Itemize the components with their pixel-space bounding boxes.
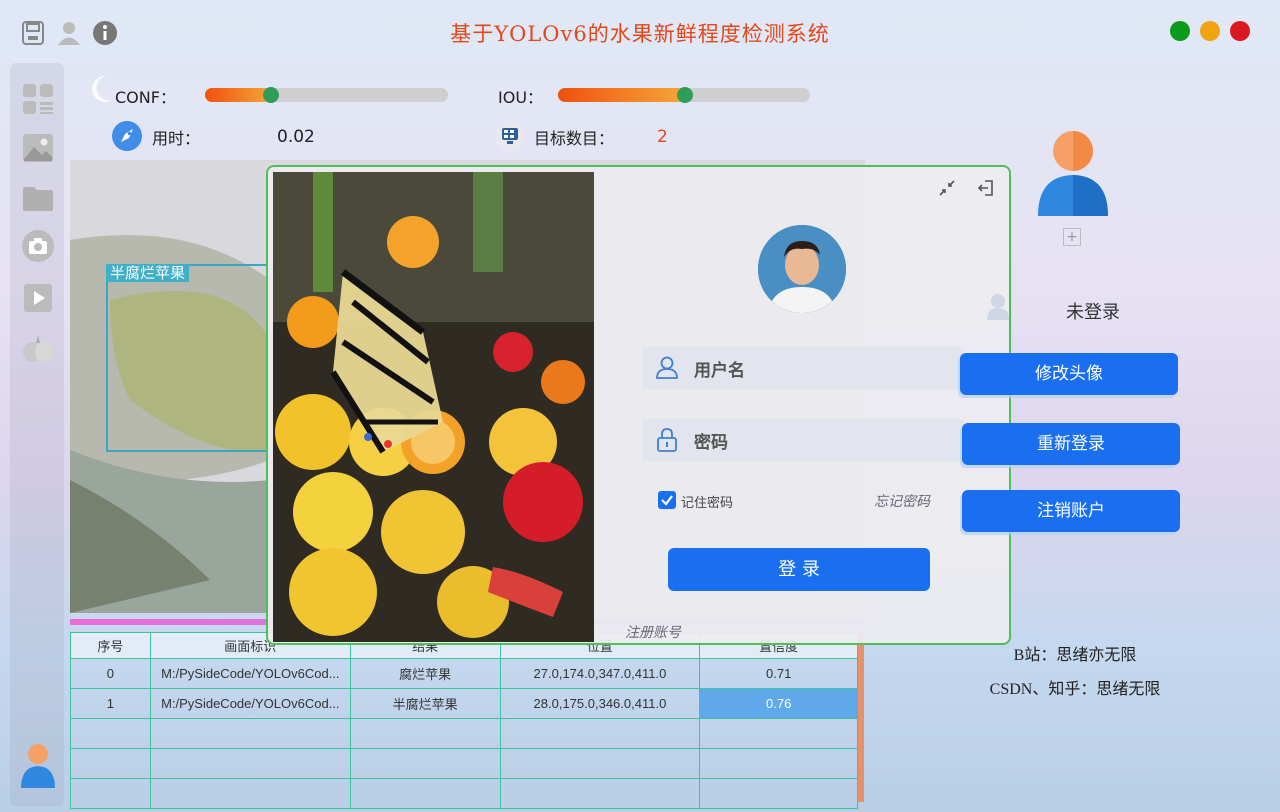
credit-bilibili: B站：思绪亦无限 (1013, 647, 1137, 664)
detection-box-label: 半腐烂苹果 (106, 264, 190, 282)
table-scrollbar[interactable] (858, 632, 864, 802)
username-placeholder: 用户名 (694, 360, 745, 381)
cell-source[interactable]: M:/PySideCode/YOLOv6Cod... (149, 658, 351, 689)
cell-confidence[interactable]: 0.76 (699, 688, 858, 719)
garlic-icon[interactable] (21, 331, 55, 365)
table-row[interactable] (70, 778, 858, 809)
col-header-index[interactable]: 序号 (70, 632, 151, 659)
iou-slider[interactable] (558, 87, 810, 103)
iou-label: IOU： (498, 88, 544, 107)
conf-slider[interactable] (205, 87, 448, 103)
dashboard-icon[interactable] (21, 82, 55, 116)
time-value: 0.02 (277, 127, 315, 147)
add-avatar-button[interactable]: + (1063, 228, 1081, 246)
login-button[interactable]: 登 录 (668, 548, 930, 591)
table-row[interactable] (70, 748, 858, 779)
camera-icon[interactable] (21, 229, 55, 263)
change-avatar-button[interactable]: 修改头像 (960, 353, 1178, 395)
cell-position[interactable]: 27.0,174.0,347.0,411.0 (499, 658, 701, 689)
iou-slider-handle[interactable] (677, 87, 693, 103)
exit-icon[interactable] (977, 179, 997, 199)
cell-result[interactable]: 腐烂苹果 (349, 658, 501, 689)
cell-source[interactable]: M:/PySideCode/YOLOv6Cod... (149, 688, 351, 719)
app-title: 基于YOLOv6的水果新鲜程度检测系统 (450, 22, 830, 46)
relogin-button[interactable]: 重新登录 (962, 423, 1180, 465)
video-play-icon[interactable] (21, 281, 55, 315)
results-table[interactable]: 序号 画面标识 结果 位置 置信度 0 M:/PySideCode/YOLOv6… (70, 632, 858, 809)
monitor-icon (494, 120, 526, 152)
cell-index[interactable]: 1 (70, 688, 151, 719)
cell-confidence[interactable]: 0.71 (699, 658, 858, 689)
register-link[interactable]: 注册账号 (625, 622, 681, 642)
image-icon[interactable] (21, 131, 55, 165)
login-status: 未登录 (1066, 302, 1120, 322)
collapse-icon[interactable] (938, 179, 958, 199)
cell-result[interactable]: 半腐烂苹果 (349, 688, 501, 719)
username-field[interactable]: 用户名 (642, 347, 964, 389)
sidebar (10, 63, 64, 806)
remember-checkbox[interactable] (658, 491, 676, 509)
delete-account-button[interactable]: 注销账户 (962, 490, 1180, 532)
minimize-button[interactable] (1200, 21, 1220, 41)
rocket-icon (111, 120, 143, 152)
conf-slider-handle[interactable] (263, 87, 279, 103)
forgot-password-link[interactable]: 忘记密码 (874, 491, 930, 511)
table-row[interactable] (70, 718, 858, 749)
password-placeholder: 密码 (694, 432, 728, 453)
time-label: 用时： (152, 129, 201, 148)
iou-slider-fill (558, 88, 688, 102)
table-row[interactable]: 1 M:/PySideCode/YOLOv6Cod... 半腐烂苹果 28.0,… (70, 688, 858, 719)
cell-index[interactable]: 0 (70, 658, 151, 689)
count-value: 2 (657, 127, 668, 147)
avatar-icon[interactable] (19, 743, 57, 789)
count-label: 目标数目： (534, 129, 615, 148)
user-status-icon (986, 293, 1010, 321)
remember-label: 记住密码 (681, 496, 734, 511)
cell-position[interactable]: 28.0,175.0,346.0,411.0 (499, 688, 701, 719)
password-field[interactable]: 密码 (642, 419, 964, 461)
credit-csdn: CSDN、知乎：思绪无限 (989, 681, 1161, 698)
folder-icon[interactable] (21, 182, 55, 216)
user-avatar (1036, 130, 1110, 218)
login-photo (273, 172, 594, 642)
maximize-button[interactable] (1170, 21, 1190, 41)
lock-icon (657, 428, 677, 452)
moon-icon (88, 74, 114, 104)
login-dialog: 用户名 密码 记住密码 忘记密码 登 录 注册账号 (266, 165, 1011, 645)
table-row[interactable]: 0 M:/PySideCode/YOLOv6Cod... 腐烂苹果 27.0,1… (70, 658, 858, 689)
user-outline-icon (656, 356, 678, 379)
conf-label: CONF： (115, 88, 176, 107)
login-avatar (758, 225, 846, 313)
close-button[interactable] (1230, 21, 1250, 41)
